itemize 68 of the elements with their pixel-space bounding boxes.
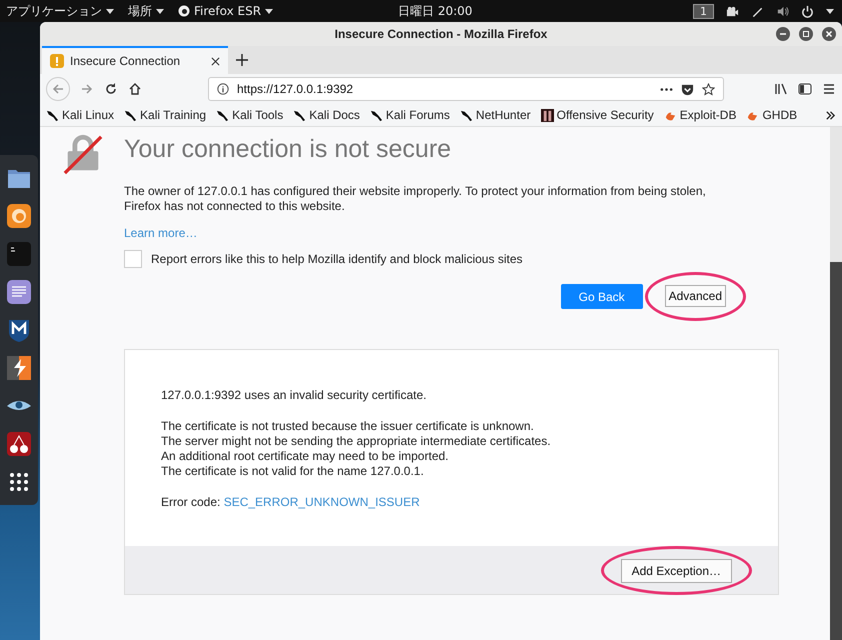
bookmark-item[interactable]: Kali Docs — [293, 108, 360, 122]
close-button[interactable] — [822, 27, 836, 41]
power-icon[interactable] — [801, 4, 814, 18]
back-button[interactable] — [46, 77, 70, 101]
dragon-icon — [216, 108, 230, 122]
address-bar[interactable]: https://127.0.0.1:9392 — [208, 77, 724, 101]
add-exception-button[interactable]: Add Exception… — [620, 558, 732, 582]
page-title: Your connection is not secure — [124, 135, 452, 164]
star-icon[interactable] — [702, 82, 715, 96]
description-text: The owner of 127.0.0.1 has configured their website improperly. To protect your information from being stolen, Firefox has not connected to this website. — [124, 184, 707, 214]
dragon-icon — [460, 108, 473, 122]
scrollbar[interactable] — [830, 127, 842, 640]
volume-icon[interactable] — [776, 4, 789, 18]
camera-icon[interactable] — [726, 4, 739, 18]
error-code-label: Error code: — [161, 495, 220, 509]
bookmark-item[interactable]: Kali Linux — [46, 108, 114, 122]
error-code-link[interactable]: SEC_ERROR_UNKNOWN_ISSUER — [224, 495, 420, 509]
checkbox-label: Report errors like this to help Mozilla identify and block malicious sites — [151, 252, 522, 266]
workspace-indicator[interactable]: 1 — [693, 4, 714, 18]
cherry-icon[interactable] — [6, 431, 32, 457]
text-editor-icon[interactable] — [6, 279, 32, 305]
panel-menu[interactable]: アプリケーション — [6, 2, 114, 20]
broken-lock-icon — [62, 133, 104, 175]
bookmark-item[interactable]: Offensive Security — [540, 108, 654, 122]
caret-icon — [106, 8, 114, 14]
bookmark-item[interactable]: Exploit-DB — [664, 108, 736, 122]
menu-icon[interactable] — [822, 82, 836, 96]
panel-menu[interactable]: 場所 — [128, 2, 164, 20]
bookmark-item[interactable]: Kali Forums — [370, 108, 450, 122]
window-title: Insecure Connection - Mozilla Firefox — [334, 27, 548, 41]
certificate-message: 127.0.0.1:9392 uses an invalid security certificate. — [161, 388, 428, 403]
lightning-app-icon[interactable] — [6, 355, 32, 381]
bookmark-item[interactable]: NetHunter — [460, 108, 531, 122]
dragon-icon — [124, 108, 138, 122]
dragon-icon — [46, 108, 59, 122]
pocket-icon[interactable] — [681, 82, 694, 96]
caret-icon — [156, 8, 164, 14]
bookmark-item[interactable]: GHDB — [746, 108, 798, 122]
bookmark-item[interactable]: Kali Tools — [216, 108, 284, 122]
sidebar-icon[interactable] — [798, 82, 812, 96]
forward-icon[interactable] — [80, 82, 94, 96]
back-arrow-icon — [51, 82, 65, 96]
caret-icon — [265, 8, 274, 14]
minimize-button[interactable] — [776, 27, 790, 41]
caret-icon[interactable] — [826, 8, 834, 14]
bookmark-item[interactable]: Kali Training — [124, 108, 206, 122]
fox-app-icon[interactable] — [6, 203, 32, 229]
new-tab-icon[interactable] — [236, 54, 248, 66]
figure-badge-icon — [540, 108, 554, 122]
certificate-details: The certificate is not trusted because the issuer certificate is unknown. The server might not be sending the appropriate intermediate certificates. An additional root certificate may need to be imported. The certificate is not valid for the name 127.0.0.1. — [161, 419, 552, 479]
maximize-button[interactable] — [799, 27, 813, 41]
advanced-button[interactable]: Advanced — [664, 285, 726, 307]
chevron-icon[interactable] — [825, 110, 836, 120]
library-icon[interactable] — [774, 82, 788, 96]
info-icon — [217, 83, 229, 95]
warning-icon — [50, 54, 64, 68]
clock[interactable]: 日曜日 20:00 — [398, 2, 472, 20]
browser-tab[interactable]: Insecure Connection — [42, 46, 228, 74]
panel-menu[interactable]: Firefox ESR — [178, 2, 274, 20]
close-icon[interactable] — [211, 56, 220, 66]
home-icon[interactable] — [128, 82, 142, 96]
shield-m-icon[interactable] — [6, 317, 32, 343]
dragon-icon — [370, 108, 383, 122]
dragon-icon — [293, 108, 306, 122]
checkbox[interactable] — [124, 250, 142, 268]
scrollbar-thumb[interactable] — [830, 262, 842, 640]
go-back-button[interactable]: Go Back — [560, 284, 643, 309]
reload-icon[interactable] — [104, 82, 118, 96]
